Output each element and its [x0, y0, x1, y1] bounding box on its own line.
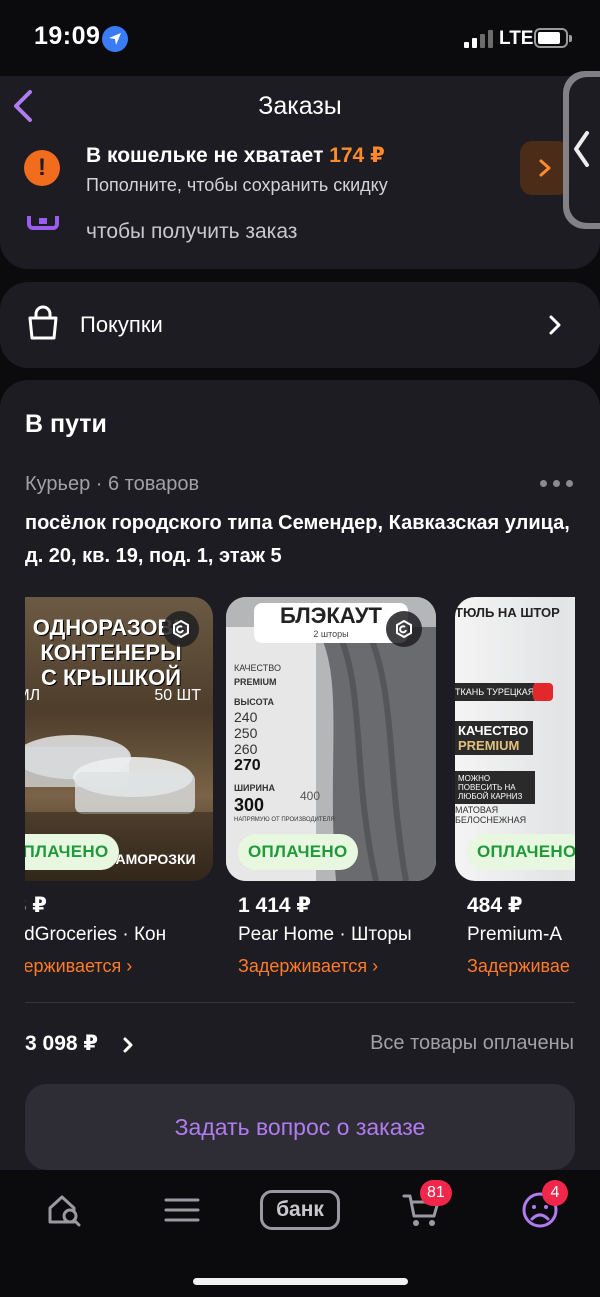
product-image-quality: КАЧЕСТВО PREMIUM [455, 721, 533, 755]
cart-badge: 81 [420, 1180, 452, 1206]
turkey-flag-icon [533, 683, 553, 701]
shopping-bag-icon [26, 305, 60, 346]
product-image[interactable]: ОДНОРАЗОВЬ КОНТЕНЕРЫ С КРЫШКОЙ 5 МЛ 50 Ш… [25, 597, 213, 881]
product-image-maker: НАПРЯМУЮ ОТ ПРОИЗВОДИТЕЛЯ [234, 817, 335, 823]
wallet-banner-title-text: В кошельке не хватает [86, 144, 324, 167]
divider [25, 1002, 575, 1003]
chevron-right-icon [548, 314, 562, 341]
delivery-delay-link[interactable]: адерживается › [25, 956, 203, 977]
product-price: 484 ₽ [467, 894, 523, 917]
wallet-banner-subtitle: Пополните, чтобы сохранить скидку [86, 175, 388, 195]
profile-badge: 4 [542, 1180, 568, 1206]
status-badge: ОПЛАЧЕНО [238, 834, 358, 870]
chevron-right-icon[interactable] [122, 1036, 134, 1059]
payment-status: Все товары оплачены [370, 1032, 574, 1054]
product-carousel[interactable]: ОДНОРАЗОВЬ КОНТЕНЕРЫ С КРЫШКОЙ 5 МЛ 50 Ш… [25, 597, 575, 977]
product-image-cornice: МОЖНО ПОВЕСИТЬ НА ЛЮБОЙ КАРНИЗ [455, 771, 535, 804]
product-image-text-volume: 5 МЛ [25, 687, 41, 704]
location-arrow-icon [102, 26, 128, 52]
product-image-width-alt: 400 [300, 789, 321, 803]
wallet-shortfall-amount: 174 ₽ [329, 144, 385, 167]
orders-screen: 19:09 LTE Заказы ! В кошельке не хватает… [0, 0, 600, 1297]
status-badge: ОПЛАЧЕНО [467, 834, 575, 870]
product-image-matte: МАТОВАЯ БЕЛОСНЕЖНАЯ [455, 805, 527, 825]
in-transit-title: В пути [25, 410, 107, 438]
delivery-delay-link[interactable]: Задерживается › [238, 956, 438, 977]
purchases-row[interactable]: Покупки [0, 282, 600, 368]
product-seller: Premium-A [467, 924, 563, 945]
product-seller: Pear Home · Шторы [238, 924, 412, 945]
product-price: 63 ₽ [25, 894, 47, 917]
battery-icon [534, 28, 572, 48]
order-total[interactable]: 3 098 ₽ [25, 1031, 98, 1056]
page-title: Заказы [258, 92, 342, 120]
tab-cart[interactable]: 81 [392, 1180, 452, 1234]
product-image-title: ТЮЛЬ НА ШТОР [455, 605, 560, 620]
status-time: 19:09 [34, 22, 101, 50]
product-image[interactable]: ТЮЛЬ НА ШТОР ТКАНЬ ТУРЕЦКАЯ КАЧЕСТВО PRE… [455, 597, 575, 881]
wallet-partial-icon [27, 216, 59, 232]
tab-profile[interactable]: 4 [512, 1180, 572, 1234]
product-image-banner: БЛЭКАУТ 2 шторы [254, 603, 408, 643]
status-bar: 19:09 LTE [0, 0, 600, 76]
reorder-icon[interactable] [163, 611, 199, 647]
product-image-fabric: ТКАНЬ ТУРЕЦКАЯ [455, 683, 535, 701]
more-icon[interactable] [540, 480, 574, 488]
delivery-address: посёлок городского типа Семендер, Кавказ… [25, 512, 570, 567]
reorder-icon[interactable] [386, 611, 422, 647]
wallet-partial-text: чтобы получить заказ [86, 220, 298, 243]
tab-bank[interactable]: банк [260, 1190, 340, 1230]
ask-question-button[interactable]: Задать вопрос о заказе [25, 1084, 575, 1170]
in-transit-card: В пути Курьер · 6 товаров посёлок городс… [0, 380, 600, 1170]
signal-icon [464, 30, 494, 48]
network-type: LTE [499, 28, 534, 49]
product-image-text-count: 50 ШТ [154, 687, 201, 704]
home-indicator [193, 1278, 408, 1285]
product-seller: oodGroceries · Кон [25, 924, 167, 945]
side-drawer-handle[interactable] [563, 71, 600, 229]
menu-icon [164, 1198, 200, 1222]
purchases-label: Покупки [80, 312, 163, 337]
delivery-meta: Курьер · 6 товаров [25, 473, 200, 495]
wallet-banner-title[interactable]: В кошельке не хватает 174 ₽ [86, 143, 385, 168]
delivery-delay-link[interactable]: Задерживае [467, 956, 575, 977]
product-image[interactable]: БЛЭКАУТ 2 шторы КАЧЕСТВО PREMIUM ВЫСОТА … [226, 597, 436, 881]
warning-icon: ! [24, 150, 60, 186]
tab-catalog[interactable] [152, 1186, 212, 1234]
product-price: 1 414 ₽ [238, 894, 311, 917]
status-badge: ОПЛАЧЕНО [25, 834, 119, 870]
home-search-icon [48, 1195, 81, 1227]
tab-home[interactable] [34, 1186, 94, 1234]
